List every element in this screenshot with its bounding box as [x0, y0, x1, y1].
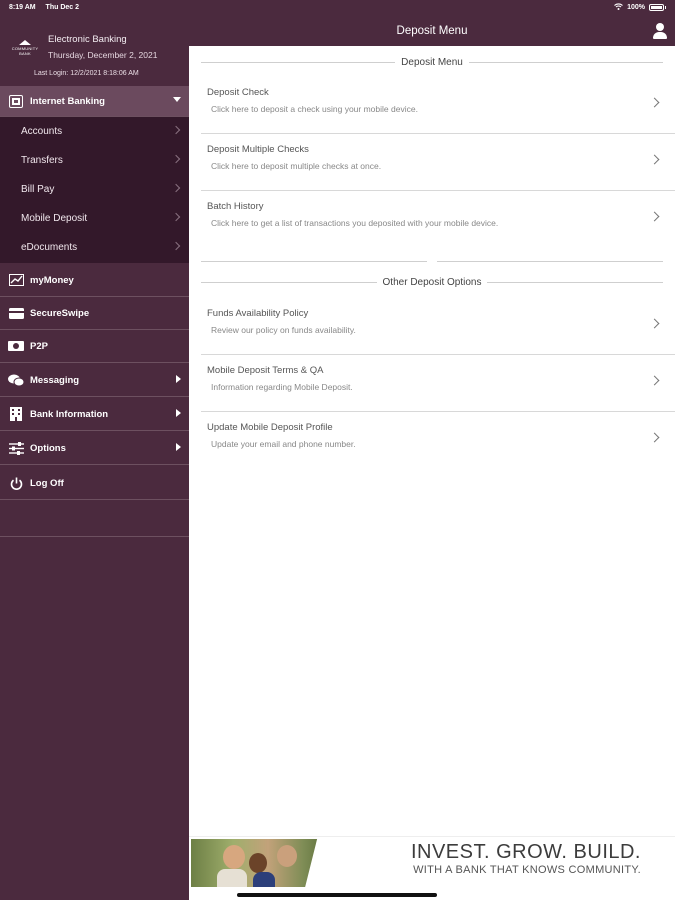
sidebar: COMMUNITY BANK Electronic Banking Thursd… [0, 0, 189, 900]
chevron-right-icon [171, 154, 181, 164]
last-login: Last Login: 12/2/2021 8:18:06 AM [34, 70, 139, 77]
status-time: 8:19 AM [9, 4, 36, 11]
app-title: Electronic Banking [48, 34, 127, 45]
nav-internet-banking[interactable]: Internet Banking [0, 86, 189, 117]
building-icon [8, 407, 24, 421]
battery-icon [649, 4, 664, 11]
sidebar-header: COMMUNITY BANK Electronic Banking Thursd… [0, 16, 189, 86]
nav-messaging[interactable]: Messaging [0, 364, 189, 397]
wifi-icon [614, 3, 623, 12]
menu-item-deposit-multiple-checks[interactable]: Deposit Multiple Checks Click here to de… [201, 134, 675, 191]
chevron-right-icon [176, 375, 181, 383]
power-icon [8, 476, 24, 490]
chevron-right-icon [649, 211, 660, 222]
battery-percent: 100% [627, 4, 645, 11]
status-bar: 8:19 AM Thu Dec 2 100% [0, 0, 675, 16]
menu-item-update-mobile-deposit-profile[interactable]: Update Mobile Deposit Profile Update you… [201, 412, 675, 469]
chevron-right-icon [171, 212, 181, 222]
menu-item-funds-availability-policy[interactable]: Funds Availability Policy Review our pol… [201, 298, 675, 355]
section-header-other-deposit-options: Other Deposit Options [201, 275, 663, 289]
page-title: Deposit Menu [396, 25, 468, 37]
status-date: Thu Dec 2 [45, 4, 79, 11]
divider [437, 261, 663, 262]
chevron-right-icon [176, 443, 181, 451]
subnav-transfers[interactable]: Transfers [0, 146, 189, 175]
sliders-icon [8, 441, 24, 455]
nav-bank-information[interactable]: Bank Information [0, 398, 189, 431]
divider [201, 261, 427, 262]
user-profile-icon[interactable] [653, 23, 667, 39]
menu-item-batch-history[interactable]: Batch History Click here to get a list o… [201, 191, 675, 248]
chevron-right-icon [649, 97, 660, 108]
subnav-mobile-deposit[interactable]: Mobile Deposit [0, 204, 189, 233]
sidebar-divider [0, 536, 189, 537]
ad-banner[interactable]: INVEST. GROW. BUILD. WITH A BANK THAT KN… [189, 836, 675, 890]
chevron-right-icon [171, 241, 181, 251]
internet-banking-submenu: Accounts Transfers Bill Pay Mobile Depos… [0, 117, 189, 263]
current-date: Thursday, December 2, 2021 [48, 50, 158, 60]
nav-internet-banking-label: Internet Banking [30, 95, 105, 107]
banner-subline: WITH A BANK THAT KNOWS COMMUNITY. [413, 864, 641, 876]
bank-logo: COMMUNITY BANK [10, 40, 40, 56]
nav-mymoney[interactable]: myMoney [0, 264, 189, 297]
chevron-right-icon [649, 318, 660, 329]
menu-item-deposit-check[interactable]: Deposit Check Click here to deposit a ch… [201, 77, 675, 134]
banner-headline: INVEST. GROW. BUILD. [410, 841, 641, 863]
chevron-right-icon [649, 154, 660, 165]
chevron-right-icon [649, 375, 660, 386]
bank-icon [8, 94, 24, 108]
home-indicator[interactable] [237, 893, 437, 897]
subnav-accounts[interactable]: Accounts [0, 117, 189, 146]
chevron-down-icon [173, 97, 181, 102]
chevron-right-icon [176, 409, 181, 417]
subnav-bill-pay[interactable]: Bill Pay [0, 175, 189, 204]
chevron-right-icon [649, 432, 660, 443]
nav-p2p[interactable]: P2P [0, 330, 189, 363]
chat-icon [8, 373, 24, 387]
menu-item-mobile-deposit-terms[interactable]: Mobile Deposit Terms & QA Information re… [201, 355, 675, 412]
nav-secureswipe[interactable]: SecureSwipe [0, 297, 189, 330]
nav-log-off[interactable]: Log Off [0, 467, 189, 500]
chart-icon [8, 273, 24, 287]
section-header-deposit-menu: Deposit Menu [201, 55, 664, 69]
chevron-right-icon [171, 183, 181, 193]
subnav-edocuments[interactable]: eDocuments [0, 233, 189, 262]
nav-options[interactable]: Options [0, 432, 189, 465]
p2p-icon [8, 339, 24, 353]
chevron-right-icon [171, 125, 181, 135]
card-icon [8, 306, 24, 320]
